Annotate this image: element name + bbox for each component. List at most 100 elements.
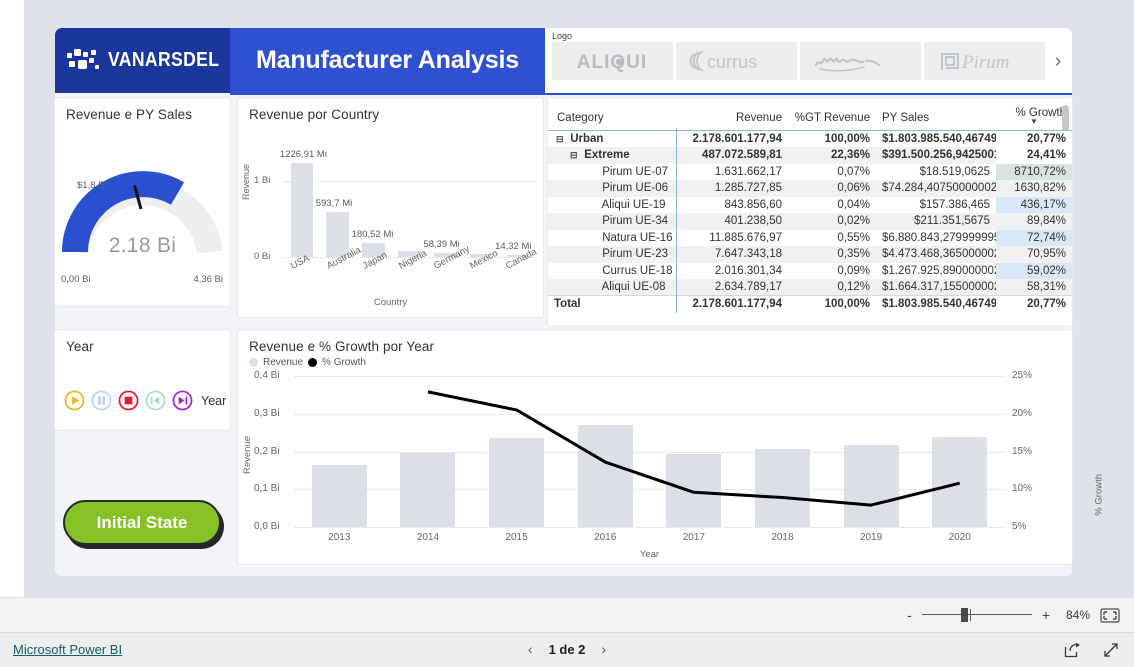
combo-chart-bar[interactable] [666, 453, 722, 527]
zoom-slider-handle[interactable] [960, 608, 968, 622]
combo-chart-x-tick[interactable]: 2014 [402, 532, 454, 543]
matrix-cell-growth: 20,77% [1026, 133, 1066, 145]
status-bar: - + 84% [0, 597, 1134, 632]
table-row[interactable]: Pirum UE-34 401.238,50 0,02% $211.351,5675 8… [548, 213, 1072, 230]
combo-chart-x-tick[interactable]: 2015 [491, 532, 543, 543]
table-row[interactable]: Currus UE-18 2.016.301,34 0,09% $1.267.925,… [548, 262, 1072, 280]
combo-chart-bar[interactable] [843, 444, 899, 527]
matrix-cell-gt-revenue: 100,00% [824, 133, 870, 145]
gauge-visual[interactable]: Revenue e PY Sales $1,8 Bi 2.18 Bi 0,00 … [55, 98, 230, 306]
table-row[interactable]: Pirum UE-23 7.647.343,18 0,35% $4.473.468,3… [548, 246, 1072, 263]
zoom-out-button[interactable]: - [907, 608, 912, 622]
matrix-scrollbar-thumb[interactable] [1062, 105, 1069, 131]
skip-back-icon[interactable] [145, 390, 166, 411]
matrix-cell-category-label: Pirum UE-07 [602, 165, 669, 178]
page-navigator: ‹ 1 de 2 › [0, 641, 1134, 657]
matrix-cell-category-label: Extreme [584, 149, 630, 162]
matrix-cell-category[interactable]: Natura UE-16 [548, 230, 676, 247]
combo-chart-visual[interactable]: Revenue e % Growth por Year Revenue % Gr… [238, 330, 1105, 564]
expand-toggle-icon[interactable]: ⊟ [570, 150, 581, 161]
matrix-total-label: Total [548, 295, 676, 312]
table-row[interactable]: Pirum UE-07 1.631.662,17 0,07% $18.519,0625… [548, 163, 1072, 181]
chevron-left-icon[interactable]: ‹ [528, 641, 533, 657]
year-play-slicer[interactable]: Year Year [55, 330, 230, 430]
combo-y-axis-title: Revenue [242, 435, 253, 474]
combo-chart-bar[interactable] [754, 448, 810, 527]
table-row[interactable]: Aliqui UE-19 843.856,60 0,04% $157.386,465 4… [548, 196, 1072, 214]
combo-chart-bar[interactable] [577, 424, 633, 527]
table-row[interactable]: Pirum UE-06 1.285.727,85 0,06% $74.284,4075… [548, 180, 1072, 197]
logo-slicer-item-currus[interactable]: currus [676, 42, 797, 80]
matrix-cell-category[interactable]: Aliqui UE-19 [548, 197, 676, 214]
skip-forward-icon[interactable] [172, 390, 193, 411]
matrix-cell-category[interactable]: Pirum UE-06 [548, 180, 676, 197]
table-row[interactable]: Natura UE-16 11.885.676,97 0,55% $6.880.843… [548, 229, 1072, 247]
matrix-col-growth[interactable]: % Growth ▼ [996, 98, 1072, 131]
combo-chart-bar[interactable] [311, 465, 367, 527]
matrix-cell-category[interactable]: Pirum UE-23 [548, 246, 676, 263]
chevron-right-icon[interactable]: › [601, 641, 606, 657]
bar-chart-x-axis-title: Country [373, 297, 408, 308]
combo-chart-y2-tick: 25% [1012, 370, 1033, 381]
matrix-table[interactable]: Category Revenue %GT Revenue PY Sales % … [548, 98, 1072, 312]
matrix-col-py-sales[interactable]: PY Sales [876, 98, 996, 131]
combo-chart-bar[interactable] [400, 452, 456, 527]
expand-toggle-icon[interactable]: ⊟ [556, 134, 567, 145]
matrix-col-revenue[interactable]: Revenue [676, 98, 788, 131]
table-row[interactable]: ⊟ Extreme 487.072.589,81 22,36% $391.500.25… [548, 147, 1072, 164]
combo-chart-x-tick[interactable]: 2018 [756, 532, 808, 543]
logo-slicer-item-natura[interactable] [800, 42, 921, 80]
logo-slicer-item-aliqui[interactable]: ALIQUI [552, 42, 673, 80]
initial-state-button[interactable]: Initial State [63, 500, 221, 545]
combo-chart-x-tick[interactable]: 2013 [313, 532, 365, 543]
matrix-cell-gt-revenue: 0,04% [837, 198, 870, 211]
matrix-col-category[interactable]: Category [548, 98, 676, 131]
matrix-cell-category[interactable]: Pirum UE-34 [548, 213, 676, 230]
combo-chart-x-tick[interactable]: 2020 [934, 532, 986, 543]
chevron-right-icon[interactable]: › [1048, 52, 1068, 71]
matrix-scrollbar[interactable] [1062, 105, 1069, 320]
table-row[interactable]: Aliqui UE-08 2.634.789,17 0,12% $1.664.317,… [548, 279, 1072, 296]
matrix-total-revenue: 2.178.601.177,94 [676, 295, 788, 312]
footer-actions [1064, 642, 1120, 658]
share-icon[interactable] [1064, 642, 1081, 658]
bar-chart-visual[interactable]: Revenue por Country Revenue Country 0 Bi… [238, 98, 543, 317]
matrix-cell-category[interactable]: ⊟ Extreme [548, 147, 676, 164]
matrix-cell-py-sales: $157.386,465 [919, 198, 990, 211]
combo-chart-bar[interactable] [489, 437, 545, 527]
logo-slicer-item-pirum[interactable]: Pirum [924, 42, 1045, 80]
matrix-visual[interactable]: Category Revenue %GT Revenue PY Sales % … [548, 98, 1072, 326]
report-title-tile: Manufacturer Analysis [230, 28, 545, 93]
matrix-cell-growth: 1630,82% [996, 180, 1072, 197]
matrix-cell-category[interactable]: ⊟ Urban [548, 131, 676, 148]
combo-chart-y-tick: 0,2 Bi [254, 445, 280, 457]
combo-chart-x-tick[interactable]: 2016 [579, 532, 631, 543]
matrix-cell-category-label: Pirum UE-34 [602, 215, 669, 228]
matrix-col-gt-revenue[interactable]: %GT Revenue [788, 98, 876, 131]
gauge-value-label: 2.18 Bi [108, 234, 177, 257]
matrix-cell-gt-revenue: 0,55% [837, 231, 870, 244]
combo-chart-x-tick[interactable]: 2017 [668, 532, 720, 543]
table-row[interactable]: ⊟ Urban 2.178.601.177,94 100,00% $1.803.985… [548, 131, 1072, 148]
matrix-cell-category[interactable]: Currus UE-18 [548, 263, 676, 280]
matrix-cell-category-label: Urban [570, 133, 604, 145]
combo-chart-legend[interactable]: Revenue % Growth [249, 357, 366, 368]
logo-slicer[interactable]: Logo ALIQUI currus Pirum › [545, 28, 1072, 93]
zoom-slider[interactable] [921, 608, 1032, 622]
expand-icon[interactable] [1103, 642, 1120, 658]
fit-to-page-icon[interactable] [1100, 607, 1120, 623]
matrix-cell-py-sales: $1.803.985.540,467499 [882, 133, 996, 145]
matrix-cell-py-sales: $74.284,40750000002 [876, 180, 996, 197]
matrix-cell-growth: 24,41% [1026, 149, 1066, 162]
matrix-cell-category[interactable]: Aliqui UE-08 [548, 279, 676, 296]
zoom-in-button[interactable]: + [1042, 608, 1050, 622]
stop-icon[interactable] [118, 390, 139, 411]
play-icon[interactable] [64, 390, 85, 411]
matrix-cell-category[interactable]: Pirum UE-07 [548, 164, 676, 181]
combo-chart-title: Revenue e % Growth por Year [249, 339, 435, 354]
bar-chart-bar[interactable] [290, 163, 314, 257]
combo-chart-bar[interactable] [932, 437, 988, 527]
combo-chart-x-tick[interactable]: 2019 [845, 532, 897, 543]
matrix-cell-revenue: 843.856,60 [724, 198, 782, 211]
pause-icon[interactable] [91, 390, 112, 411]
